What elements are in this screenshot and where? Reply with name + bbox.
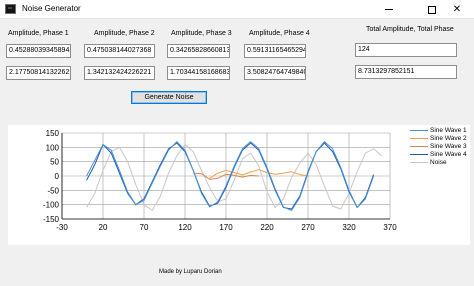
phase4-label: Amplitude, Phase 4 [249, 30, 310, 37]
x-tick-label: 170 [219, 223, 233, 232]
maximize-icon [428, 5, 436, 14]
app-icon [5, 4, 16, 14]
y-tick-label: 150 [46, 129, 60, 138]
minimize-icon [385, 9, 393, 10]
x-tick-label: 70 [140, 223, 149, 232]
generate-noise-button[interactable]: Generate Noise [131, 91, 207, 104]
phase4-input[interactable]: 3.508247647498400 [244, 66, 306, 80]
chart-canvas: -30 20 70 120 170 220 270 320 370 150 100 50 0 -50 -10… [43, 129, 397, 232]
chart: -30 20 70 120 170 220 270 320 370 150 100 50 0 -50 -10… [8, 125, 470, 245]
y-tick-label: 50 [50, 158, 59, 167]
legend-item: Sine Wave 4 [410, 151, 468, 159]
phase3-input[interactable]: 1.703441581686834 [167, 66, 230, 80]
y-tick-label: 0 [55, 172, 60, 181]
y-tick-label: -150 [43, 215, 60, 224]
close-icon: ✕ [452, 3, 462, 15]
phase1-input[interactable]: 2.177508141322621 [6, 66, 71, 80]
footer-credit: Made by Luparu Dorian [159, 269, 222, 275]
phase2-label: Amplitude, Phase 2 [94, 30, 155, 37]
y-tick-label: 100 [46, 143, 60, 152]
legend-swatch [410, 130, 428, 131]
phase3-label: Amplitude, Phase 3 [171, 30, 232, 37]
x-tick-label: 370 [383, 223, 397, 232]
legend-label: Noise [430, 159, 447, 166]
title-bar: Noise Generator ✕ [0, 0, 474, 19]
x-tick-label: 270 [301, 223, 315, 232]
x-tick-label: 220 [260, 223, 274, 232]
legend-item: Sine Wave 2 [410, 135, 468, 143]
total-amplitude-input[interactable]: 124 [355, 43, 457, 57]
legend-swatch [410, 146, 428, 147]
phase2-input[interactable]: 1.342132424226221 [84, 66, 155, 80]
total-label: Total Amplitude, Total Phase [366, 26, 454, 33]
legend-swatch [410, 138, 428, 139]
legend-item: Noise [410, 159, 468, 167]
legend-item: Sine Wave 3 [410, 143, 468, 151]
legend-label: Sine Wave 2 [430, 135, 467, 142]
phase1-label: Amplitude, Phase 1 [8, 30, 69, 37]
total-phase-input[interactable]: 8.7313297852151 [355, 65, 457, 79]
chart-legend: Sine Wave 1 Sine Wave 2 Sine Wave 3 Sine… [410, 127, 468, 167]
legend-item: Sine Wave 1 [410, 127, 468, 135]
amplitude1-input[interactable]: 0.452880393458941 [6, 44, 71, 58]
x-tick-label: -30 [56, 223, 68, 232]
amplitude4-input[interactable]: 0.591311654652949 [244, 44, 306, 58]
x-tick-label: 20 [99, 223, 108, 232]
y-tick-label: -100 [43, 201, 60, 210]
x-tick-label: 120 [178, 223, 192, 232]
series-line [86, 144, 383, 211]
close-button[interactable]: ✕ [440, 0, 474, 19]
minimize-button[interactable] [372, 0, 406, 19]
legend-swatch [410, 154, 428, 155]
amplitude3-input[interactable]: 0.342658286608134 [167, 44, 230, 58]
y-tick-label: -50 [47, 186, 59, 195]
amplitude2-input[interactable]: 0.475038144027368 [84, 44, 155, 58]
legend-label: Sine Wave 4 [430, 151, 467, 158]
legend-swatch [410, 162, 428, 163]
window-title: Noise Generator [22, 4, 81, 13]
legend-label: Sine Wave 3 [430, 143, 467, 150]
legend-label: Sine Wave 1 [430, 127, 467, 134]
x-tick-label: 320 [342, 223, 356, 232]
